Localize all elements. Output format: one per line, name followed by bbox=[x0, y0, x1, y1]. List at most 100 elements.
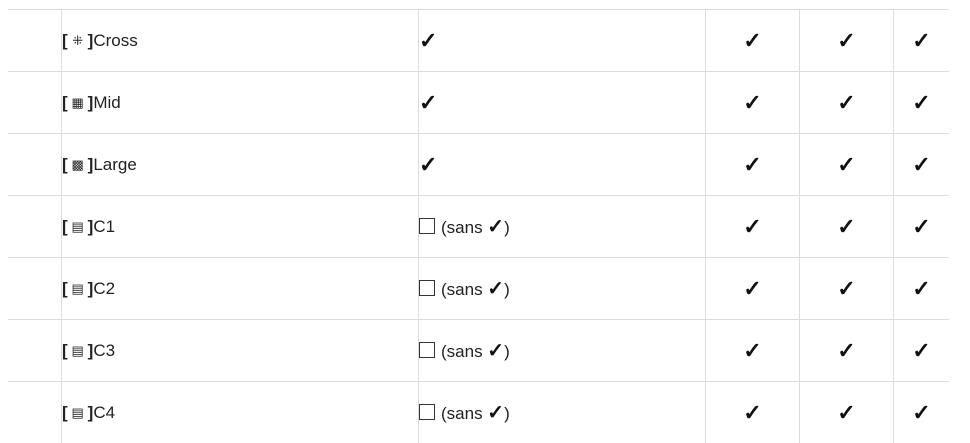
check-icon: ✓ bbox=[487, 278, 504, 300]
check-icon: ✓ bbox=[837, 152, 855, 177]
table-row: [▤]C2(sans ✓)✓✓✓ bbox=[8, 258, 949, 320]
bracket-open: [ bbox=[62, 279, 68, 298]
check-icon: ✓ bbox=[487, 340, 504, 362]
custom-af-target-icon: ▤ bbox=[71, 219, 85, 235]
mode-support-cell: ✓ bbox=[706, 134, 800, 196]
check-icon: ✓ bbox=[487, 216, 504, 238]
mode-support-cell: ✓ bbox=[706, 10, 800, 72]
note-suffix: ) bbox=[504, 218, 510, 237]
availability-cell: (sans ✓) bbox=[419, 382, 706, 443]
empty-checkbox-icon bbox=[419, 218, 435, 234]
table-row: [▤]C3(sans ✓)✓✓✓ bbox=[8, 320, 949, 382]
row-spacer-cell bbox=[8, 134, 62, 196]
mode-support-cell: ✓ bbox=[894, 382, 950, 443]
mode-support-cell: ✓ bbox=[800, 10, 894, 72]
check-icon: ✓ bbox=[912, 400, 930, 425]
check-icon: ✓ bbox=[837, 338, 855, 363]
row-spacer-cell bbox=[8, 10, 62, 72]
row-spacer-cell bbox=[8, 382, 62, 443]
mode-support-cell: ✓ bbox=[800, 320, 894, 382]
large-af-target-icon: ▩ bbox=[71, 157, 85, 173]
check-icon: ✓ bbox=[912, 338, 930, 363]
check-icon: ✓ bbox=[743, 276, 761, 301]
mode-support-cell: ✓ bbox=[706, 320, 800, 382]
mode-support-cell: ✓ bbox=[706, 382, 800, 443]
check-icon: ✓ bbox=[912, 90, 930, 115]
availability-cell: ✓ bbox=[419, 10, 706, 72]
note-prefix: (sans bbox=[441, 218, 487, 237]
mode-support-cell: ✓ bbox=[800, 196, 894, 258]
mode-support-cell: ✓ bbox=[894, 10, 950, 72]
bracket-open: [ bbox=[62, 93, 68, 112]
note-suffix: ) bbox=[504, 342, 510, 361]
table-row: [▤]C4(sans ✓)✓✓✓ bbox=[8, 382, 949, 443]
row-spacer-cell bbox=[8, 196, 62, 258]
check-icon: ✓ bbox=[743, 90, 761, 115]
mode-support-cell: ✓ bbox=[800, 382, 894, 443]
note-suffix: ) bbox=[504, 280, 510, 299]
check-icon: ✓ bbox=[912, 152, 930, 177]
af-target-table: [⁜]Cross✓✓✓✓[▦]Mid✓✓✓✓[▩]Large✓✓✓✓[▤]C1(… bbox=[8, 9, 949, 443]
mode-label: C1 bbox=[93, 217, 115, 236]
mode-name-cell: [▤]C1 bbox=[62, 196, 419, 258]
mode-name-cell: [▩]Large bbox=[62, 134, 419, 196]
bracket-open: [ bbox=[62, 217, 68, 236]
mode-label: C2 bbox=[93, 279, 115, 298]
mode-name-cell: [▤]C4 bbox=[62, 382, 419, 443]
availability-cell: (sans ✓) bbox=[419, 320, 706, 382]
check-icon: ✓ bbox=[743, 338, 761, 363]
note-prefix: (sans bbox=[441, 404, 487, 423]
table-row: [▤]C1(sans ✓)✓✓✓ bbox=[8, 196, 949, 258]
mode-support-cell: ✓ bbox=[800, 134, 894, 196]
check-icon: ✓ bbox=[419, 90, 437, 115]
mode-support-cell: ✓ bbox=[706, 258, 800, 320]
check-icon: ✓ bbox=[912, 276, 930, 301]
check-icon: ✓ bbox=[837, 214, 855, 239]
row-spacer-cell bbox=[8, 72, 62, 134]
check-icon: ✓ bbox=[837, 400, 855, 425]
table-row: [▩]Large✓✓✓✓ bbox=[8, 134, 949, 196]
check-icon: ✓ bbox=[743, 400, 761, 425]
mode-support-cell: ✓ bbox=[894, 134, 950, 196]
empty-checkbox-icon bbox=[419, 280, 435, 296]
note-suffix: ) bbox=[504, 404, 510, 423]
check-icon: ✓ bbox=[837, 90, 855, 115]
mode-support-cell: ✓ bbox=[894, 72, 950, 134]
check-icon: ✓ bbox=[837, 276, 855, 301]
empty-checkbox-icon bbox=[419, 404, 435, 420]
check-icon: ✓ bbox=[743, 28, 761, 53]
mode-name-cell: [▦]Mid bbox=[62, 72, 419, 134]
mode-support-cell: ✓ bbox=[706, 72, 800, 134]
mode-label: C3 bbox=[93, 341, 115, 360]
empty-checkbox-icon bbox=[419, 342, 435, 358]
availability-cell: (sans ✓) bbox=[419, 258, 706, 320]
mode-support-cell: ✓ bbox=[800, 258, 894, 320]
mode-name-cell: [▤]C3 bbox=[62, 320, 419, 382]
mode-support-cell: ✓ bbox=[894, 196, 950, 258]
mode-support-cell: ✓ bbox=[706, 196, 800, 258]
note-prefix: (sans bbox=[441, 342, 487, 361]
bracket-open: [ bbox=[62, 31, 68, 50]
check-icon: ✓ bbox=[912, 28, 930, 53]
document-page: [⁜]Cross✓✓✓✓[▦]Mid✓✓✓✓[▩]Large✓✓✓✓[▤]C1(… bbox=[0, 0, 970, 441]
check-icon: ✓ bbox=[419, 28, 437, 53]
bracket-open: [ bbox=[62, 341, 68, 360]
cross-af-target-icon: ⁜ bbox=[71, 33, 85, 49]
bracket-open: [ bbox=[62, 403, 68, 422]
mode-name-cell: [▤]C2 bbox=[62, 258, 419, 320]
mode-label: Large bbox=[93, 155, 136, 174]
check-icon: ✓ bbox=[743, 152, 761, 177]
check-icon: ✓ bbox=[743, 214, 761, 239]
custom-af-target-icon: ▤ bbox=[71, 281, 85, 297]
check-icon: ✓ bbox=[487, 402, 504, 424]
table-row: [▦]Mid✓✓✓✓ bbox=[8, 72, 949, 134]
mode-support-cell: ✓ bbox=[894, 258, 950, 320]
availability-cell: (sans ✓) bbox=[419, 196, 706, 258]
mode-name-cell: [⁜]Cross bbox=[62, 10, 419, 72]
row-spacer-cell bbox=[8, 320, 62, 382]
mid-af-target-icon: ▦ bbox=[71, 95, 85, 111]
check-icon: ✓ bbox=[419, 152, 437, 177]
custom-af-target-icon: ▤ bbox=[71, 405, 85, 421]
bracket-open: [ bbox=[62, 155, 68, 174]
mode-support-cell: ✓ bbox=[894, 320, 950, 382]
